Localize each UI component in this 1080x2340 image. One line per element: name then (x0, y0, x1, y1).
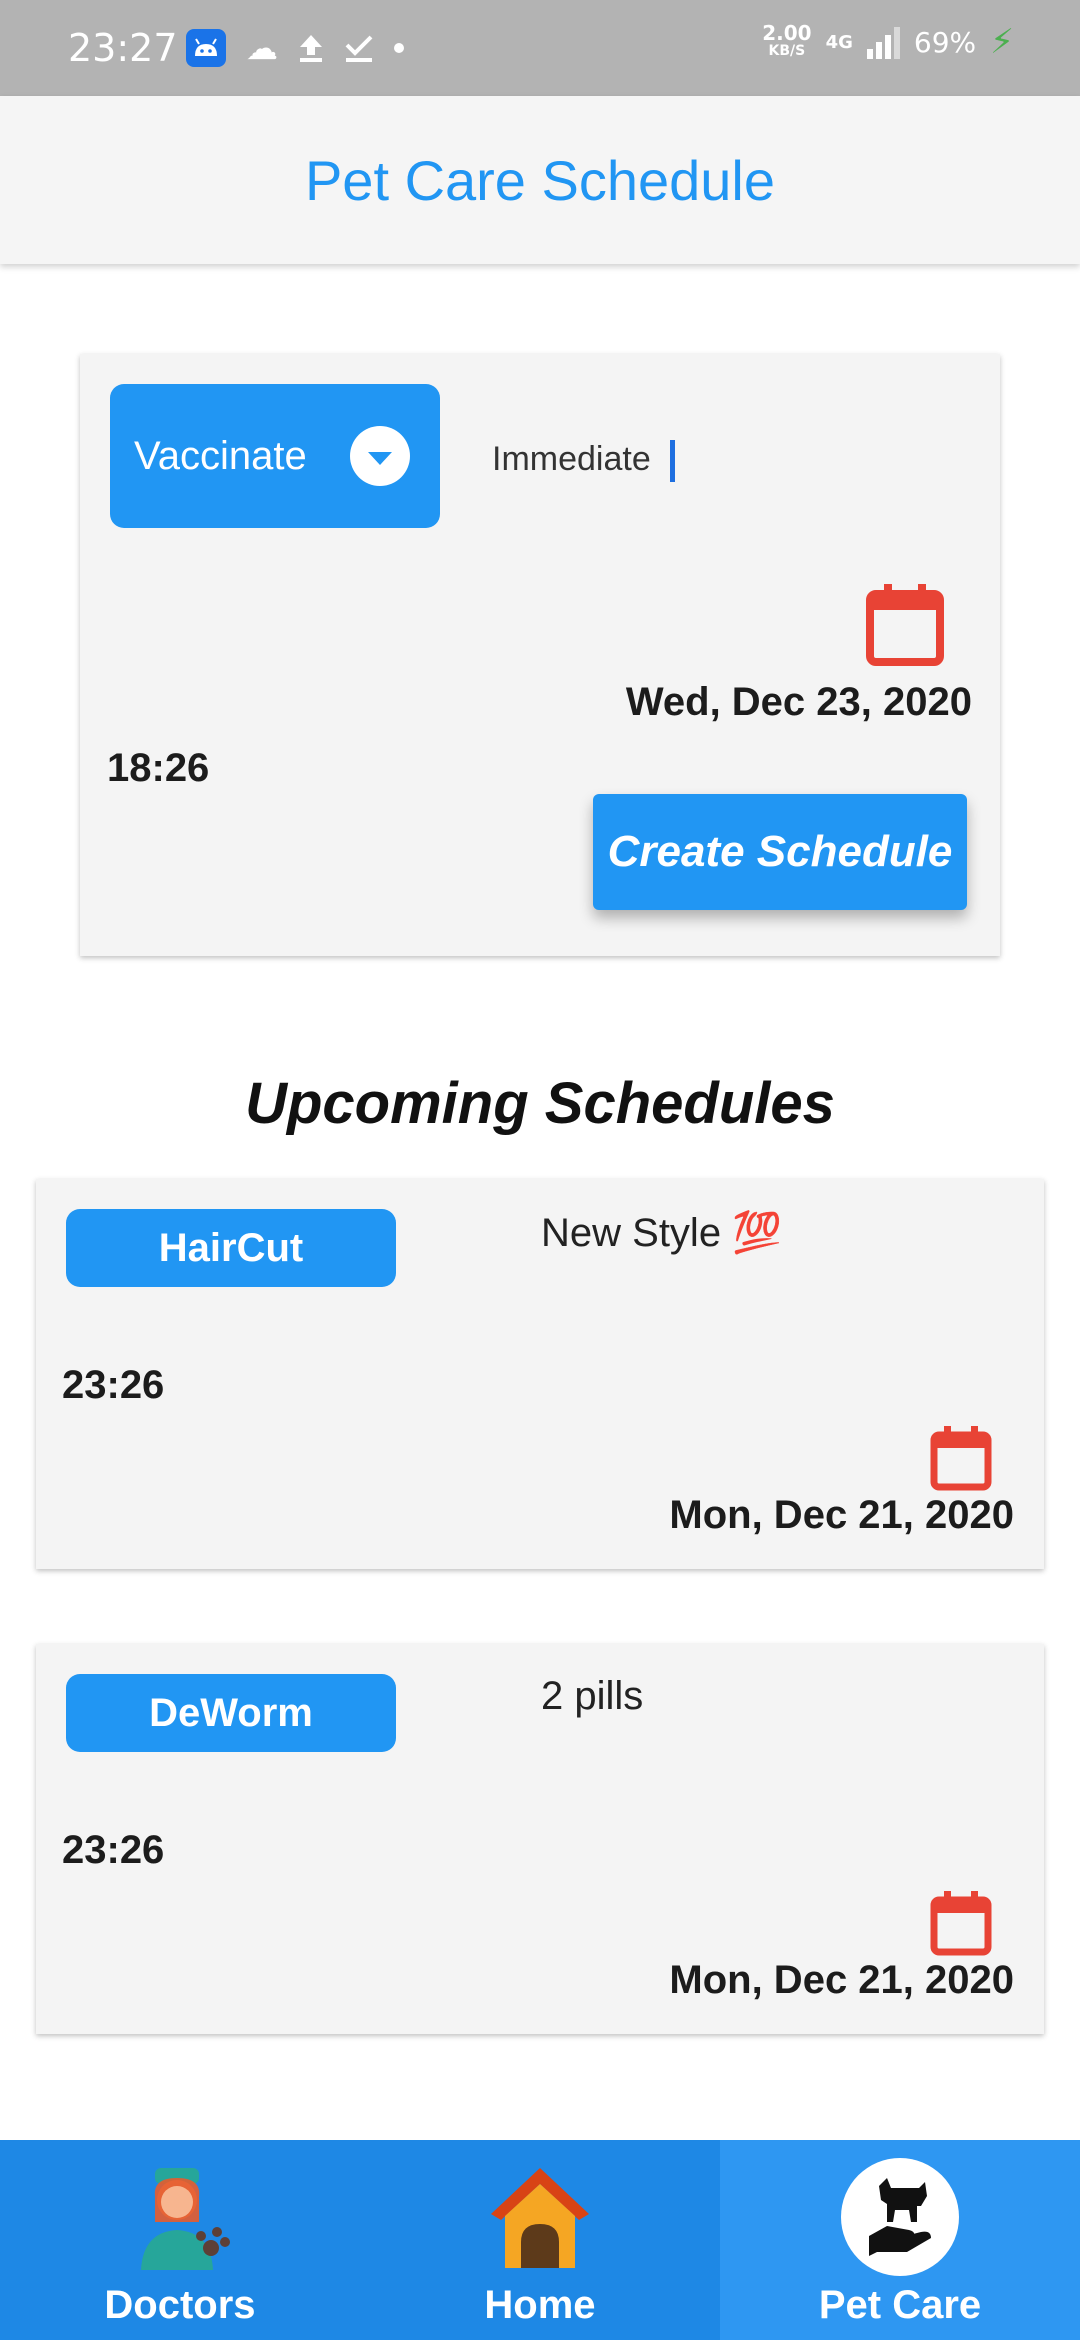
battery-percent: 69% (913, 25, 977, 59)
notification-icons: ☁ (186, 26, 404, 70)
schedule-card[interactable]: DeWorm 2 pills 23:26 Mon, Dec 21, 2020 (36, 1644, 1044, 2034)
schedule-note: 2 pills (541, 1674, 644, 1718)
bottom-navigation: Doctors Home Pet Care (0, 2140, 1080, 2340)
charging-icon: ⚡ (990, 22, 1014, 62)
schedule-type-label: Vaccinate (134, 433, 307, 478)
schedule-date: Mon, Dec 21, 2020 (669, 1958, 1014, 2002)
cloud-icon: ☁ (246, 30, 278, 66)
more-notifications-dot-icon (394, 43, 404, 53)
schedule-time: 23:26 (62, 1828, 165, 1872)
status-bar: 23:27 ☁ 2.00 KB/S 4G 69% ⚡ (0, 0, 1080, 96)
nav-item-pet-care[interactable]: Pet Care (720, 2140, 1080, 2340)
calendar-icon[interactable] (866, 582, 944, 666)
selected-time[interactable]: 18:26 (107, 746, 209, 791)
network-type: 4G (825, 31, 853, 53)
upload-icon (300, 35, 322, 62)
schedule-type-badge: HairCut (66, 1209, 396, 1287)
upcoming-schedules-heading: Upcoming Schedules (245, 1071, 835, 1136)
network-speed-value: 2.00 (762, 21, 812, 45)
nav-label-doctors: Doctors (104, 2283, 256, 2327)
selected-date[interactable]: Wed, Dec 23, 2020 (626, 680, 972, 725)
schedule-note: New Style 💯 (541, 1211, 782, 1255)
note-input[interactable] (492, 434, 952, 484)
nav-item-doctors[interactable]: Doctors (0, 2140, 360, 2340)
schedule-type-dropdown[interactable]: Vaccinate (110, 384, 440, 528)
new-schedule-card: Vaccinate Wed, Dec 23, 2020 18:26 Create… (80, 354, 1000, 956)
chevron-down-icon (350, 426, 410, 486)
schedule-date: Mon, Dec 21, 2020 (669, 1493, 1014, 1537)
status-time: 23:27 (68, 26, 178, 70)
network-speed: 2.00 KB/S (762, 21, 812, 60)
schedule-type-badge: DeWorm (66, 1674, 396, 1752)
dog-house-icon (491, 2168, 589, 2268)
nav-label-pet-care: Pet Care (818, 2283, 982, 2327)
doctor-icon (141, 2168, 230, 2270)
pet-care-icon (841, 2158, 959, 2276)
network-speed-unit: KB/S (768, 43, 806, 59)
download-done-icon (345, 35, 373, 62)
signal-icon (866, 25, 900, 59)
nav-item-home[interactable]: Home (360, 2140, 720, 2340)
text-cursor (670, 440, 675, 482)
calendar-icon (930, 1426, 992, 1491)
create-schedule-button[interactable]: Create Schedule (593, 794, 967, 910)
app-bar: Pet Care Schedule (0, 96, 1080, 264)
nav-label-home: Home (484, 2283, 596, 2327)
system-indicators: 2.00 KB/S 4G 69% ⚡ (762, 22, 1014, 62)
page-title: Pet Care Schedule (304, 148, 776, 212)
schedule-card[interactable]: HairCut New Style 💯 23:26 Mon, Dec 21, 2… (36, 1179, 1044, 1569)
schedule-time: 23:26 (62, 1363, 165, 1407)
calendar-icon (930, 1891, 992, 1956)
android-icon (186, 29, 226, 67)
